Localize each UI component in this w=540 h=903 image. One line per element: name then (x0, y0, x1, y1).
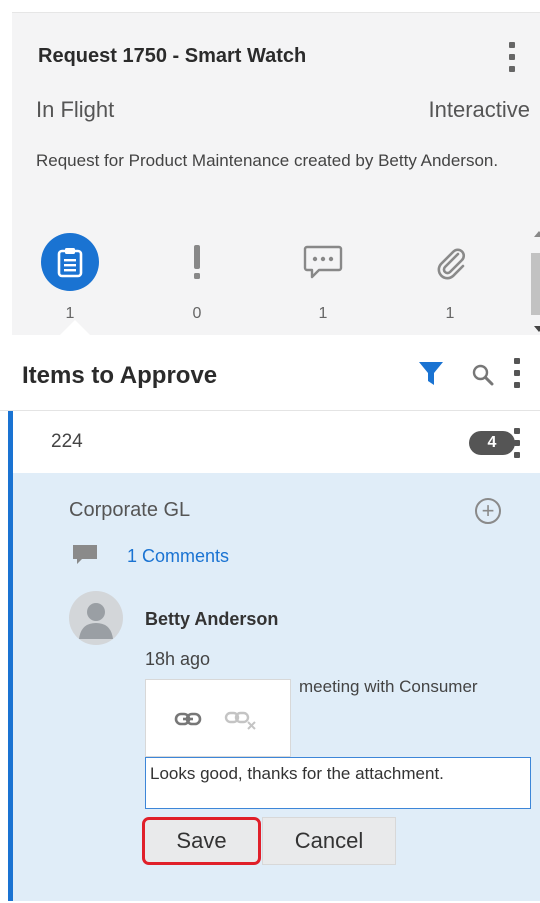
scroll-up-arrow-icon[interactable] (534, 231, 540, 237)
paperclip-icon (437, 248, 465, 280)
active-tab-pointer (60, 320, 90, 335)
chat-bubble-icon (303, 245, 343, 279)
stat-attachments-count: 1 (445, 305, 455, 322)
clipboard-icon (41, 233, 99, 291)
item-more-menu-icon[interactable] (514, 428, 520, 458)
comment-time: 18h ago (145, 649, 211, 669)
stat-comments[interactable]: 1 (288, 231, 358, 331)
unlink-icon[interactable] (224, 708, 258, 732)
item-count-badge: 4 (469, 431, 515, 455)
item-id: 224 (51, 431, 83, 452)
request-header-card: Request 1750 - Smart Watch In Flight Int… (12, 12, 540, 335)
item-row[interactable]: 224 4 (13, 411, 540, 473)
stat-attachments[interactable]: 1 (415, 231, 485, 331)
request-status: In Flight (36, 97, 115, 122)
request-mode: Interactive (428, 97, 531, 122)
comment-author: Betty Anderson (145, 609, 279, 629)
request-description: Request for Product Maintenance created … (36, 151, 499, 170)
cancel-button[interactable]: Cancel (262, 817, 396, 865)
comment-input[interactable]: Looks good, thanks for the attachment. (145, 757, 531, 809)
item-detail-panel: Corporate GL + 1 Comments Betty Anderson… (13, 473, 540, 901)
search-icon[interactable] (472, 364, 494, 386)
scroll-down-arrow-icon[interactable] (534, 326, 540, 332)
save-button[interactable]: Save (142, 817, 261, 865)
approval-panel: Request 1750 - Smart Watch In Flight Int… (0, 0, 540, 903)
comment-icon (73, 545, 97, 564)
stat-approvals[interactable]: 1 (35, 231, 105, 331)
header-scrollbar[interactable] (528, 225, 540, 338)
exclamation-icon (194, 245, 200, 279)
comments-link[interactable]: 1 Comments (127, 546, 229, 567)
gl-label: Corporate GL (69, 499, 191, 521)
request-title: Request 1750 - Smart Watch (38, 45, 307, 67)
request-more-menu-icon[interactable] (509, 42, 515, 72)
stat-issues-count: 0 (192, 305, 202, 322)
section-more-menu-icon[interactable] (514, 358, 520, 388)
section-title: Items to Approve (22, 362, 218, 389)
avatar (69, 591, 123, 645)
attachment-description: meeting with Consumer (299, 677, 478, 696)
link-icon[interactable] (174, 710, 202, 728)
stat-comments-count: 1 (318, 305, 328, 322)
attachment-preview (145, 679, 291, 757)
scrollbar-thumb[interactable] (531, 253, 540, 315)
filter-icon[interactable] (418, 360, 444, 388)
stat-issues[interactable]: 0 (162, 231, 232, 331)
add-icon[interactable]: + (475, 498, 501, 524)
